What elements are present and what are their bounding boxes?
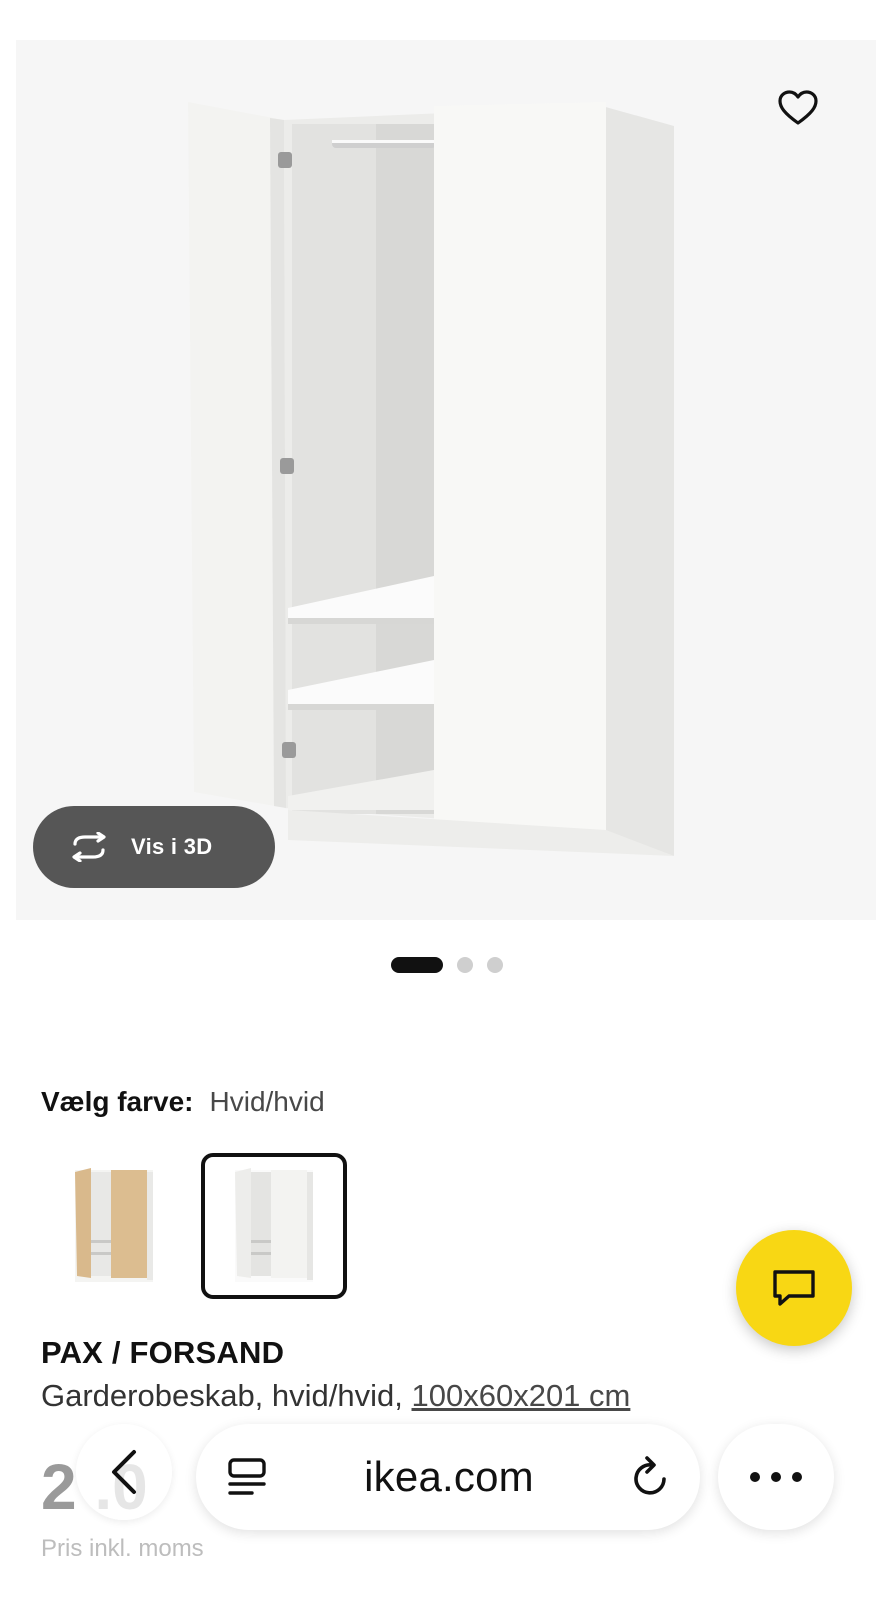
product-type: Garderobeskab, hvid/hvid, [41,1378,403,1413]
product-image[interactable] [16,40,876,920]
wardrobe-oak-thumbnail [75,1168,153,1282]
rotate-3d-icon [72,832,106,862]
view-3d-button[interactable]: Vis i 3D [33,806,275,888]
wardrobe-white-thumbnail [235,1168,313,1282]
back-icon [112,1450,136,1494]
color-swatch-oak[interactable] [41,1153,187,1299]
carousel-indicator [0,955,894,975]
heart-icon [778,90,818,125]
color-swatch-white[interactable] [201,1153,347,1299]
chat-button[interactable] [736,1230,852,1346]
url-text: ikea.com [364,1453,534,1500]
reload-icon[interactable] [630,1455,672,1499]
selected-color: Hvid/hvid [209,1086,325,1117]
more-options-button[interactable] [718,1424,834,1530]
carousel-dot-1[interactable] [391,957,443,973]
price-note: Pris inkl. moms [41,1535,204,1562]
view-3d-label: Vis i 3D [131,834,213,859]
wardrobe-image [16,40,876,920]
favorite-button[interactable] [770,80,826,136]
more-icon [750,1472,802,1482]
color-selector-header: Vælg farve: Hvid/hvid [41,1086,325,1118]
color-label: Vælg farve: [41,1086,194,1117]
product-description: Garderobeskab, hvid/hvid, 100x60x201 cm [41,1378,630,1414]
reader-icon[interactable] [226,1456,268,1498]
carousel-dot-2[interactable] [457,957,473,973]
product-name: PAX / FORSAND [41,1335,285,1370]
address-bar[interactable]: ikea.com [196,1424,700,1530]
carousel-dot-3[interactable] [487,957,503,973]
chat-bubble-icon [773,1270,815,1306]
product-dimensions-link[interactable]: 100x60x201 cm [412,1378,631,1413]
browser-back-button[interactable] [76,1424,172,1520]
